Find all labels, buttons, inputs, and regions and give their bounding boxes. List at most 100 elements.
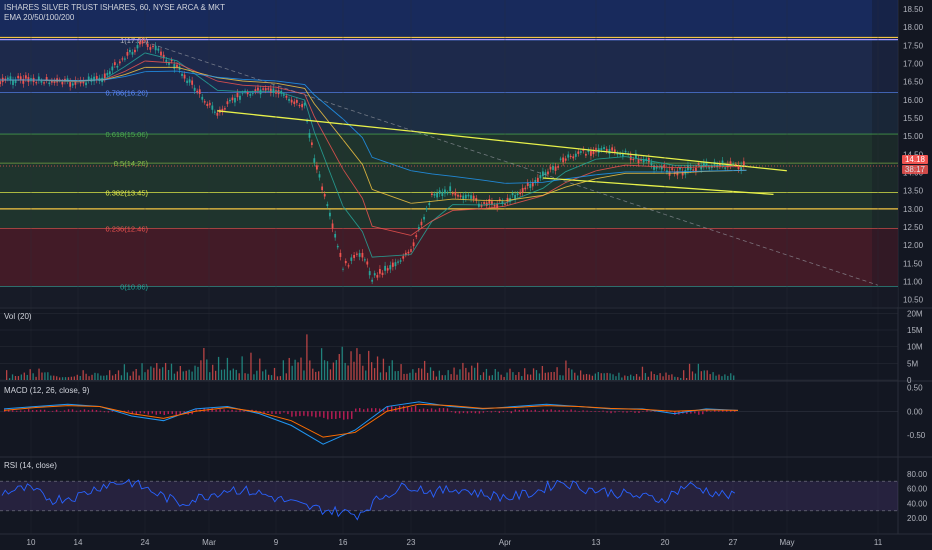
- volume-bar: [423, 360, 426, 380]
- candle-body: [697, 163, 700, 166]
- volume-bar: [235, 369, 237, 380]
- macd-histogram-bar: [63, 410, 66, 412]
- macd-histogram-bar: [626, 411, 628, 413]
- volume-bar: [150, 366, 152, 380]
- volume-bar: [521, 376, 523, 380]
- price-tick-11: 16.00: [903, 96, 924, 105]
- candle-body: [146, 43, 149, 47]
- macd-histogram-bar: [550, 409, 552, 412]
- candle-body: [521, 188, 524, 193]
- volume-bar: [159, 368, 161, 380]
- macd-histogram-bar: [107, 411, 110, 413]
- volume-bar: [656, 375, 658, 380]
- candle-body: [339, 252, 342, 257]
- volume-bar: [668, 374, 670, 380]
- candle-body: [213, 111, 216, 113]
- volume-bar: [356, 348, 358, 380]
- volume-bar: [615, 376, 617, 380]
- macd-histogram-bar: [486, 411, 489, 412]
- volume-bar: [50, 375, 52, 380]
- volume-bar: [491, 375, 493, 380]
- macd-histogram-bar: [374, 408, 377, 412]
- macd-histogram-bar: [303, 411, 305, 416]
- candle-body: [554, 166, 557, 171]
- macd-histogram-bar: [434, 409, 437, 412]
- candle-body: [201, 96, 204, 100]
- candle-body: [624, 150, 627, 153]
- chart-canvas[interactable]: 1(17.65)0.786(16.20)0.618(15.06)0.5(14.2…: [0, 0, 932, 550]
- candle-body: [257, 87, 259, 91]
- volume-bar: [117, 370, 120, 380]
- price-tick-1: 11.00: [903, 278, 923, 287]
- volume-bar: [571, 369, 573, 380]
- candle-body: [116, 65, 119, 68]
- volume-bar: [97, 373, 99, 380]
- candle-body: [183, 74, 186, 79]
- macd-histogram-bar: [710, 411, 712, 412]
- volume-bar: [156, 363, 158, 380]
- candle-body: [516, 193, 519, 196]
- volume-bar: [432, 370, 435, 380]
- fib-label-5: 0.236(12.46): [105, 225, 148, 234]
- macd-histogram-bar: [610, 411, 612, 414]
- macd-histogram-bar: [418, 409, 421, 412]
- volume-bar: [482, 372, 485, 380]
- price-tick-3: 12.00: [903, 241, 924, 250]
- macd-histogram-bar: [498, 411, 501, 413]
- volume-bar: [194, 365, 196, 380]
- macd-histogram-bar: [702, 411, 704, 415]
- candle-body: [470, 195, 472, 199]
- price-tick-15: 18.00: [903, 23, 924, 32]
- candle-body: [35, 82, 38, 84]
- candle-body: [17, 75, 20, 79]
- volume-bar: [109, 370, 111, 380]
- candle-body: [193, 87, 196, 91]
- candle-body: [334, 233, 337, 238]
- candle-body: [572, 156, 575, 159]
- volume-bar: [232, 368, 234, 380]
- candle-body: [428, 203, 431, 206]
- macd-histogram-bar: [402, 405, 405, 412]
- macd-histogram-bar: [606, 411, 608, 413]
- candle-body: [85, 82, 87, 86]
- volume-bar: [332, 362, 335, 380]
- volume-bar: [606, 372, 608, 380]
- candle-body: [488, 198, 491, 204]
- price-tick-16: 18.50: [903, 5, 924, 14]
- volume-bar: [462, 362, 464, 380]
- volume-pane-label: Vol (20): [4, 312, 32, 321]
- macd-histogram-bar: [339, 411, 341, 419]
- volume-bar: [550, 372, 552, 380]
- volume-bar: [547, 372, 549, 380]
- fib-label-6: 0(10.86): [120, 283, 148, 292]
- macd-histogram-bar: [502, 411, 505, 413]
- volume-bar: [709, 374, 711, 380]
- candle-body: [272, 88, 275, 94]
- volume-bar: [368, 350, 370, 380]
- macd-histogram-bar: [474, 411, 477, 414]
- macd-histogram-bar: [410, 407, 413, 412]
- volume-bar: [244, 373, 246, 380]
- volume-bar: [164, 362, 167, 380]
- candle-body: [103, 73, 106, 79]
- volume-bar: [409, 372, 411, 380]
- candle-body: [611, 147, 614, 151]
- volume-bar: [429, 367, 432, 380]
- candle-body: [229, 99, 231, 102]
- macd-histogram-bar: [219, 409, 221, 412]
- volume-bar: [14, 375, 17, 380]
- macd-histogram-bar: [299, 411, 301, 417]
- candle-body: [433, 193, 436, 196]
- macd-histogram-bar: [614, 411, 616, 413]
- volume-bar: [329, 369, 332, 380]
- candle-body: [269, 88, 272, 93]
- macd-histogram-bar: [694, 411, 696, 414]
- macd-histogram-bar: [227, 410, 229, 412]
- candle-body: [660, 165, 663, 170]
- candle-body: [373, 273, 376, 276]
- macd-histogram-bar: [75, 410, 78, 412]
- candle-body: [239, 95, 241, 100]
- candle-body: [547, 171, 549, 175]
- volume-bar: [418, 368, 420, 380]
- volume-bar: [441, 375, 443, 380]
